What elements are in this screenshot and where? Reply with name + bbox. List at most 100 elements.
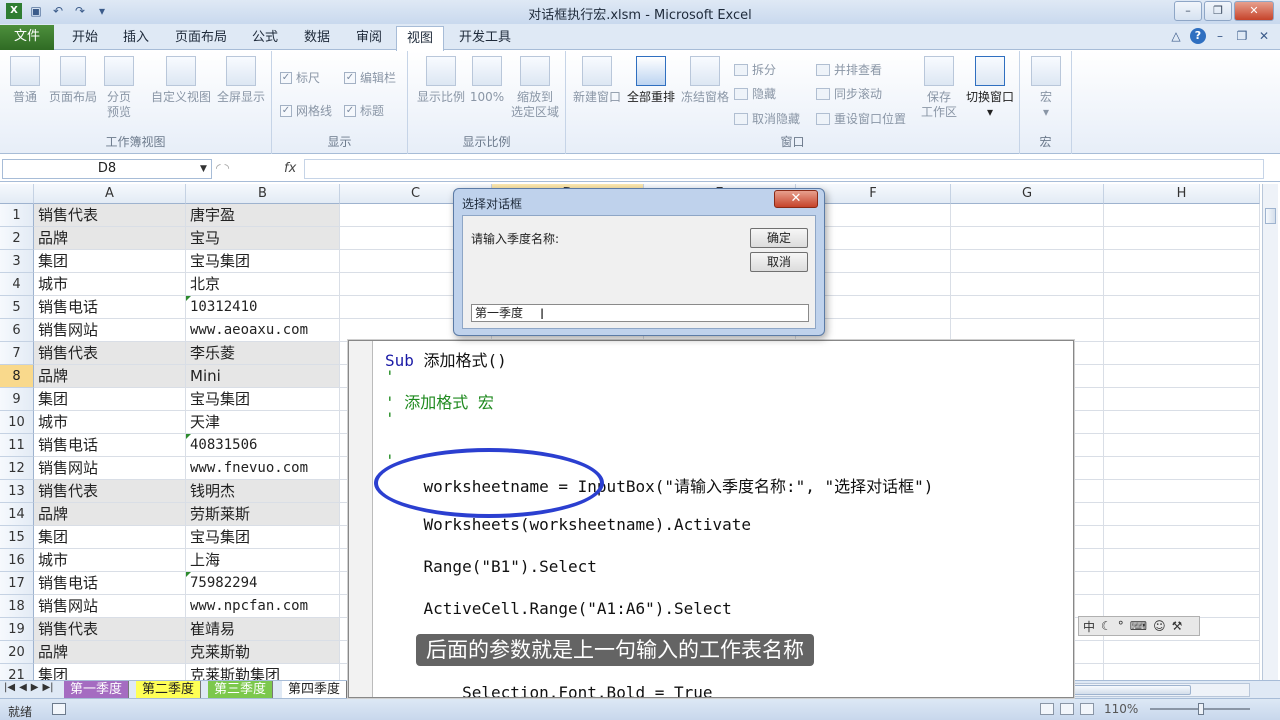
cell-a[interactable]: 集团 <box>34 388 186 411</box>
cell-empty[interactable] <box>951 296 1104 319</box>
cell-empty[interactable] <box>1104 296 1260 319</box>
zoom-slider[interactable] <box>1150 703 1250 715</box>
cell-empty[interactable] <box>1104 664 1260 680</box>
cell-empty[interactable] <box>1104 526 1260 549</box>
side-by-side-button[interactable]: 并排查看 <box>816 61 882 78</box>
row-header[interactable]: 1 <box>0 204 34 227</box>
cell-empty[interactable] <box>1104 342 1260 365</box>
cell-empty[interactable] <box>951 319 1104 342</box>
tab-review[interactable]: 审阅 <box>346 26 392 50</box>
moon-icon[interactable]: ☾ <box>1101 619 1112 633</box>
minimize-icon[interactable]: – <box>1174 1 1202 21</box>
cell-a[interactable]: 销售电话 <box>34 434 186 457</box>
cell-b[interactable]: www.npcfan.com <box>186 595 340 618</box>
minimize-workbook-icon[interactable]: – <box>1212 28 1228 44</box>
cell-a[interactable]: 销售代表 <box>34 342 186 365</box>
cell-empty[interactable] <box>1104 273 1260 296</box>
cell-b[interactable]: Mini <box>186 365 340 388</box>
tab-formulas[interactable]: 公式 <box>242 26 288 50</box>
ime-toolbar[interactable]: 中 ☾ ° ⌨ ☺ ⚒ <box>1078 616 1200 636</box>
tab-developer[interactable]: 开发工具 <box>450 26 520 50</box>
hide-button[interactable]: 隐藏 <box>734 85 776 102</box>
cell-a[interactable]: 品牌 <box>34 365 186 388</box>
ok-button[interactable]: 确定 <box>750 228 808 248</box>
tab-data[interactable]: 数据 <box>294 26 340 50</box>
cell-empty[interactable] <box>1104 595 1260 618</box>
cell-b[interactable]: 75982294 <box>186 572 340 595</box>
dot-icon[interactable]: ° <box>1118 619 1124 633</box>
name-box[interactable]: D8 <box>2 159 212 179</box>
cell-a[interactable]: 品牌 <box>34 641 186 664</box>
cell-b[interactable]: 宝马集团 <box>186 526 340 549</box>
cell-empty[interactable] <box>1104 388 1260 411</box>
sheet-tab[interactable]: 第三季度 <box>208 681 274 698</box>
cell-a[interactable]: 销售网站 <box>34 457 186 480</box>
select-all-corner[interactable] <box>0 184 34 204</box>
row-header[interactable]: 10 <box>0 411 34 434</box>
cell-empty[interactable] <box>1104 319 1260 342</box>
tab-page-layout[interactable]: 页面布局 <box>166 26 236 50</box>
next-sheet-icon[interactable]: ▶ <box>31 682 39 693</box>
headings-checkbox[interactable]: ✓ 标题 <box>344 102 384 119</box>
wrench-icon[interactable]: ⚒ <box>1172 619 1183 633</box>
cell-empty[interactable] <box>1104 549 1260 572</box>
normal-view-icon[interactable] <box>1040 703 1054 715</box>
cell-a[interactable]: 城市 <box>34 549 186 572</box>
last-sheet-icon[interactable]: ▶| <box>42 682 53 693</box>
zoom-button[interactable]: 显示比例 <box>414 56 468 105</box>
record-macro-icon[interactable] <box>52 703 66 715</box>
cell-empty[interactable] <box>1104 250 1260 273</box>
cell-b[interactable]: 宝马集团 <box>186 388 340 411</box>
cell-b[interactable]: www.fnevuo.com <box>186 457 340 480</box>
cell-empty[interactable] <box>951 204 1104 227</box>
row-header[interactable]: 12 <box>0 457 34 480</box>
row-header[interactable]: 14 <box>0 503 34 526</box>
row-header[interactable]: 13 <box>0 480 34 503</box>
save-workspace-button[interactable]: 保存 工作区 <box>916 56 962 120</box>
row-header[interactable]: 11 <box>0 434 34 457</box>
cell-a[interactable]: 销售电话 <box>34 572 186 595</box>
cell-b[interactable]: 宝马集团 <box>186 250 340 273</box>
row-header[interactable]: 2 <box>0 227 34 250</box>
cell-a[interactable]: 销售代表 <box>34 204 186 227</box>
switch-windows-button[interactable]: 切换窗口 ▾ <box>962 56 1018 120</box>
scroll-thumb[interactable] <box>1265 208 1276 224</box>
new-window-button[interactable]: 新建窗口 <box>570 56 624 105</box>
row-header[interactable]: 18 <box>0 595 34 618</box>
cell-empty[interactable] <box>1104 503 1260 526</box>
row-header[interactable]: 8 <box>0 365 34 388</box>
cell-empty[interactable] <box>1104 572 1260 595</box>
help-icon[interactable]: ? <box>1190 28 1206 44</box>
cell-empty[interactable] <box>1104 434 1260 457</box>
cell-empty[interactable] <box>1104 411 1260 434</box>
macros-button[interactable]: 宏 ▾ <box>1028 56 1064 120</box>
page-break-icon[interactable] <box>1080 703 1094 715</box>
cell-a[interactable]: 销售网站 <box>34 319 186 342</box>
arrange-all-button[interactable]: 全部重排 <box>624 56 678 105</box>
cell-b[interactable]: 宝马 <box>186 227 340 250</box>
cell-empty[interactable] <box>1104 457 1260 480</box>
row-header[interactable]: 19 <box>0 618 34 641</box>
tab-view[interactable]: 视图 <box>396 26 444 51</box>
cell-b[interactable]: 唐宇盈 <box>186 204 340 227</box>
formula-input[interactable] <box>304 159 1264 179</box>
chevron-down-icon[interactable]: ▼ <box>200 164 207 174</box>
cell-b[interactable]: 40831506 <box>186 434 340 457</box>
cell-empty[interactable] <box>1104 227 1260 250</box>
restore-workbook-icon[interactable]: ❐ <box>1234 28 1250 44</box>
user-icon[interactable]: ☺ <box>1153 619 1166 633</box>
close-icon[interactable]: ✕ <box>774 190 818 208</box>
season-name-input[interactable]: 第一季度 <box>471 304 809 322</box>
sheet-tab[interactable]: 第二季度 <box>136 681 202 698</box>
column-header[interactable]: H <box>1104 184 1260 204</box>
row-header[interactable]: 16 <box>0 549 34 572</box>
sheet-tab[interactable]: 第四季度 <box>282 681 348 698</box>
sheet-tab[interactable]: 第一季度 <box>64 681 130 698</box>
row-header[interactable]: 17 <box>0 572 34 595</box>
cell-empty[interactable] <box>951 273 1104 296</box>
gridlines-checkbox[interactable]: ✓ 网格线 <box>280 102 332 119</box>
row-header[interactable]: 7 <box>0 342 34 365</box>
cell-b[interactable]: 10312410 <box>186 296 340 319</box>
row-header[interactable]: 15 <box>0 526 34 549</box>
row-header[interactable]: 4 <box>0 273 34 296</box>
